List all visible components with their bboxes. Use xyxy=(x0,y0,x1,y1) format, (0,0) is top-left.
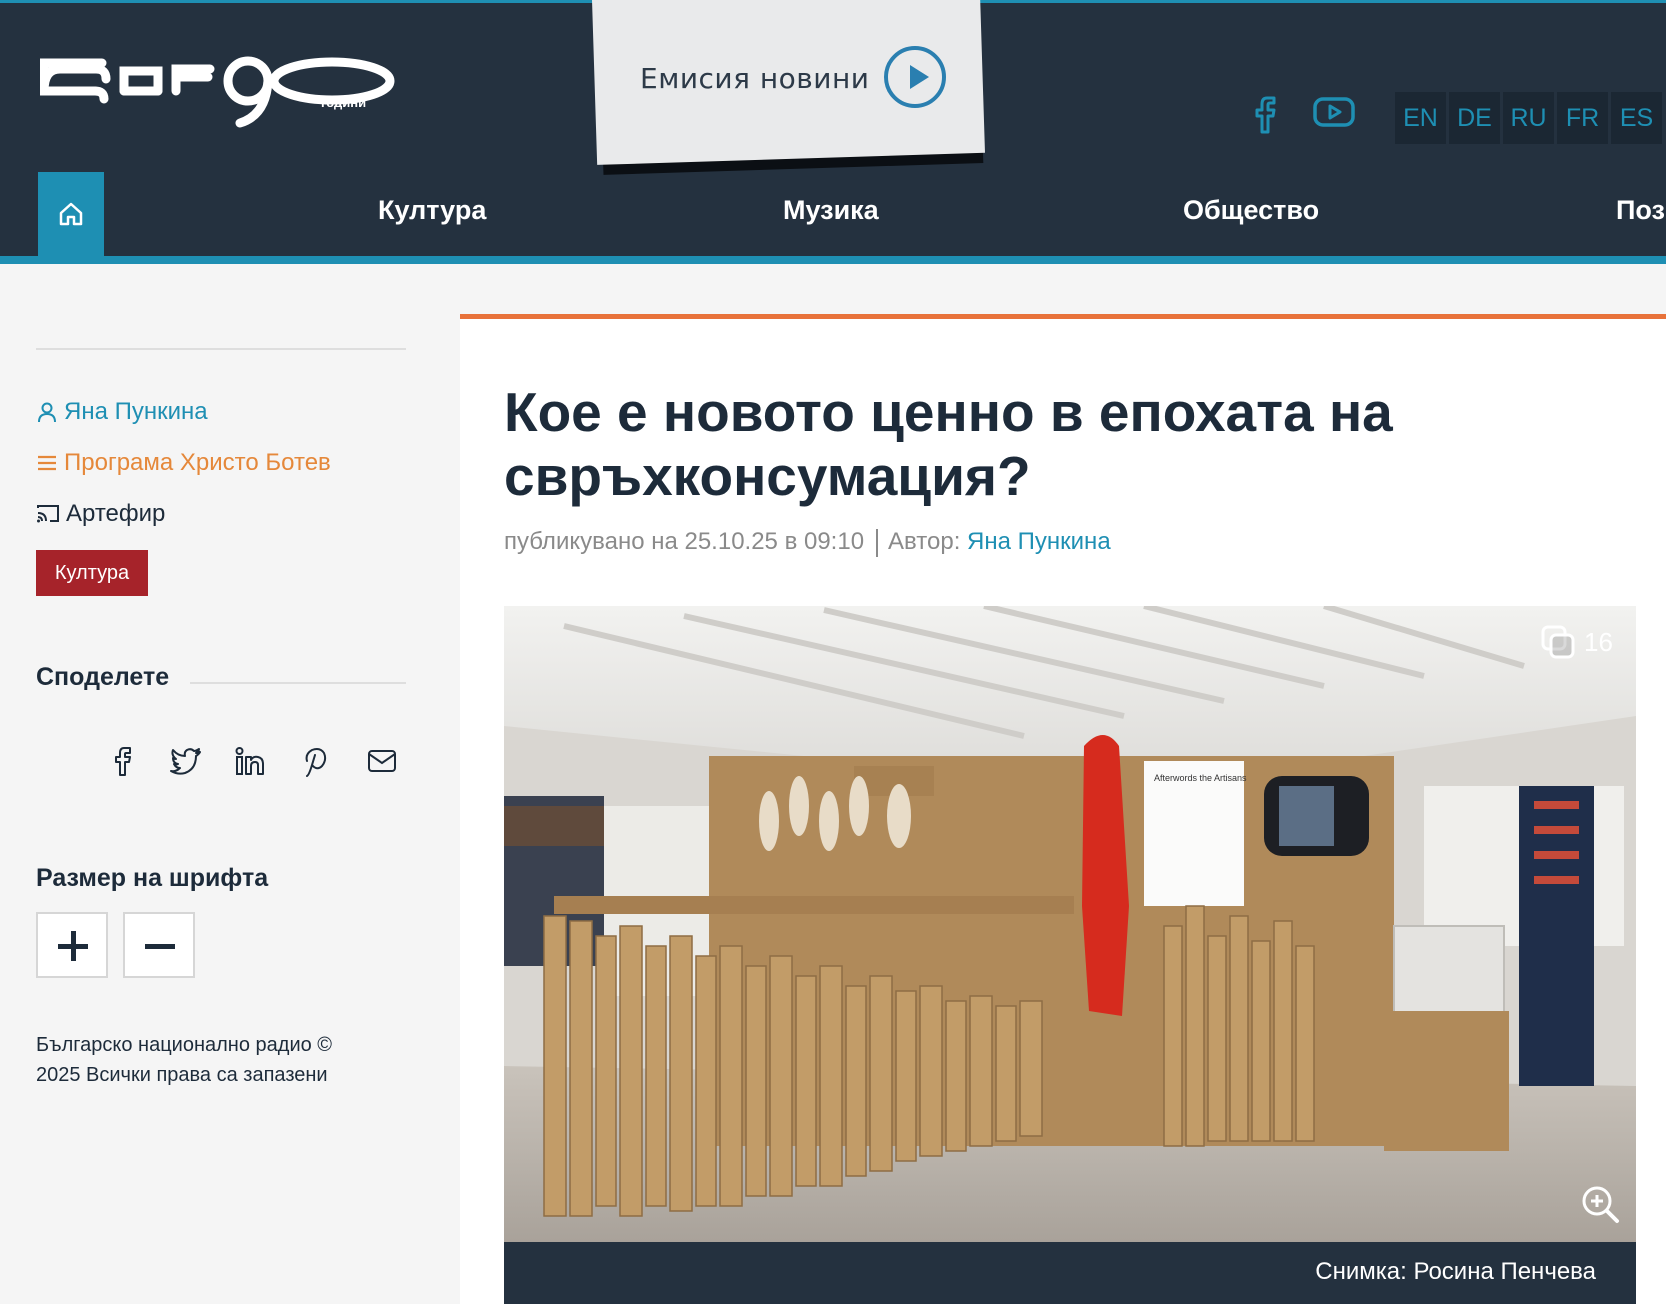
font-decrease-button[interactable] xyxy=(123,912,195,978)
nav-more[interactable]: Поз xyxy=(1616,195,1665,226)
gallery-count-label: 16 xyxy=(1584,626,1613,657)
play-icon[interactable] xyxy=(884,46,946,108)
meta-separator xyxy=(876,528,879,557)
lang-de[interactable]: DE xyxy=(1449,92,1500,144)
lang-en[interactable]: EN xyxy=(1395,92,1446,144)
lang-ru[interactable]: RU xyxy=(1503,92,1554,144)
share-divider xyxy=(190,682,406,684)
font-size-title: Размер на шрифта xyxy=(36,864,269,892)
publish-date: публикувано на 25.10.25 в 09:10 xyxy=(504,528,865,555)
zoom-in-icon[interactable] xyxy=(1580,1184,1620,1224)
author-link-label: Яна Пункина xyxy=(64,398,208,425)
photo-wall-text: Afterwords the Artisans xyxy=(1154,773,1247,783)
copyright-text: Българско национално радио © 2025 Всички… xyxy=(36,1034,333,1086)
show-link-label: Артефир xyxy=(66,500,166,527)
lang-es[interactable]: ES xyxy=(1611,92,1662,144)
language-switcher: EN DE RU FR ES xyxy=(1395,92,1662,144)
facebook-icon[interactable] xyxy=(108,745,140,777)
exhibition-photo: Afterwords the Artisans xyxy=(504,606,1636,1242)
youtube-icon[interactable] xyxy=(1312,96,1356,128)
category-tag[interactable]: Култура xyxy=(36,550,148,596)
lang-fr[interactable]: FR xyxy=(1557,92,1608,144)
article-title: Кое е новото ценно в епохата на свръхкон… xyxy=(504,381,1393,507)
sidebar-divider xyxy=(36,348,406,350)
program-link[interactable]: Програма Христо Ботев xyxy=(36,449,331,477)
photo-caption: Снимка: Росина Пенчева xyxy=(1315,1258,1596,1285)
pinterest-icon[interactable] xyxy=(298,745,330,777)
show-link[interactable]: Артефир xyxy=(36,500,165,528)
header-bottom-line xyxy=(0,256,1666,264)
site-header: години Емисия новини EN DE RU FR ES Култ… xyxy=(0,0,1666,264)
news-label[interactable]: Емисия новини xyxy=(640,62,870,95)
home-button[interactable] xyxy=(38,172,104,256)
nav-culture[interactable]: Култура xyxy=(378,195,486,226)
share-title: Споделете xyxy=(36,663,170,691)
nav-music[interactable]: Музика xyxy=(783,195,879,226)
home-icon xyxy=(59,202,83,226)
font-increase-button[interactable] xyxy=(36,912,108,978)
author-label: Автор: xyxy=(888,528,961,555)
gallery-icon xyxy=(1541,625,1575,659)
bnr90-logo[interactable]: години xyxy=(40,55,400,130)
mail-icon[interactable] xyxy=(366,745,398,777)
article-author-link[interactable]: Яна Пункина xyxy=(967,528,1111,555)
user-icon xyxy=(38,402,56,423)
facebook-icon[interactable] xyxy=(1252,94,1282,134)
gallery-counter[interactable]: 16 xyxy=(1540,624,1613,660)
program-link-label: Програма Христо Ботев xyxy=(64,449,331,476)
article-meta: публикувано на 25.10.25 в 09:10 Автор: Ян… xyxy=(504,528,1111,557)
menu-icon xyxy=(38,455,56,471)
article-accent-bar xyxy=(460,314,1666,319)
broadcast-icon xyxy=(37,505,59,523)
logo-subtitle: години xyxy=(321,95,366,110)
author-link[interactable]: Яна Пункина xyxy=(36,398,208,426)
twitter-icon[interactable] xyxy=(170,745,202,777)
article-photo[interactable]: Afterwords the Artisans xyxy=(504,606,1636,1242)
nav-society[interactable]: Общество xyxy=(1183,195,1319,226)
linkedin-icon[interactable] xyxy=(234,745,266,777)
photo-caption-bar: Снимка: Росина Пенчева xyxy=(504,1242,1636,1304)
